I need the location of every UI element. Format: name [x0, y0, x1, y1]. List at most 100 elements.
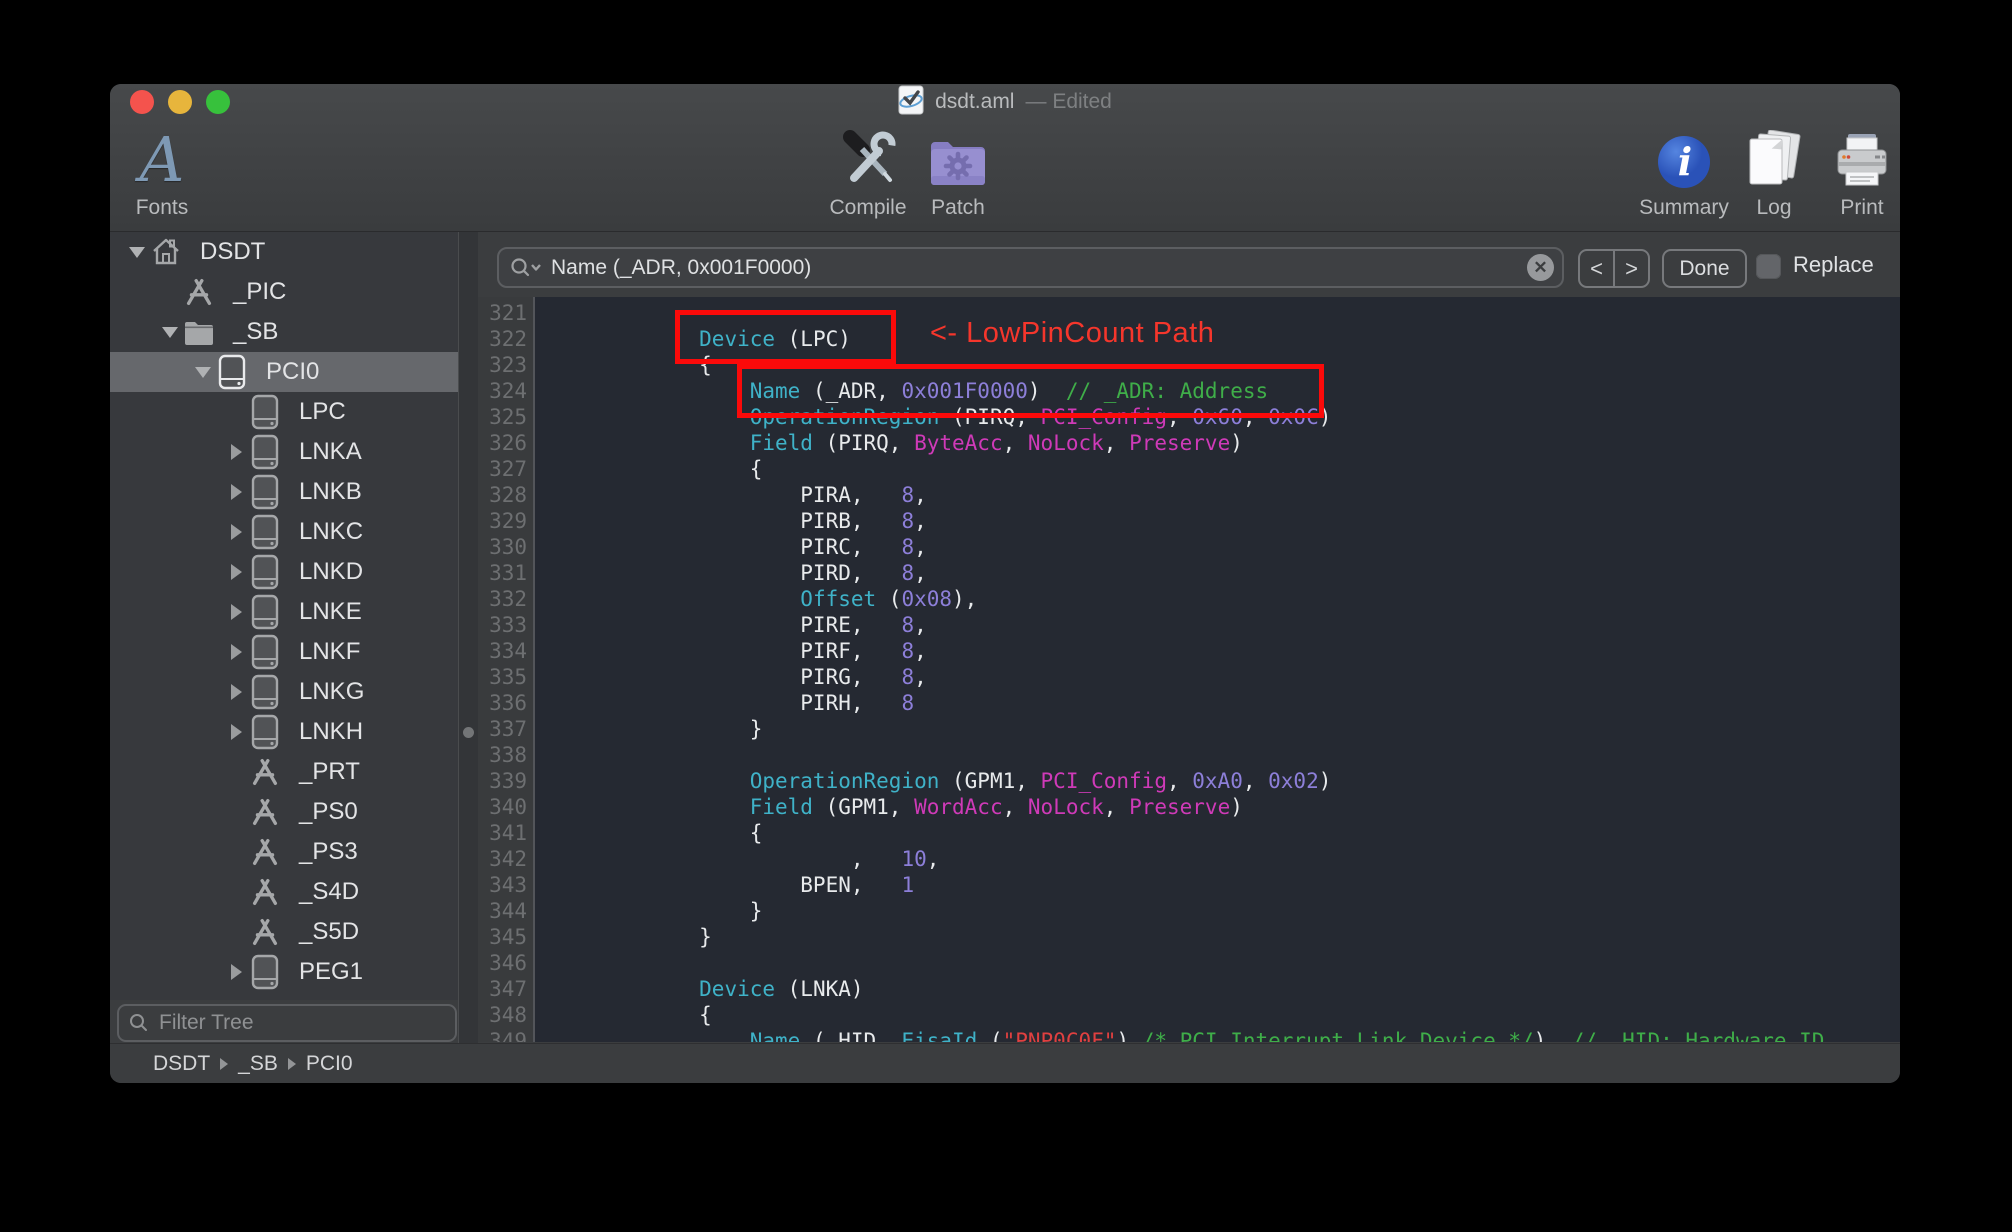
- sidebar-item-lnkc[interactable]: LNKC: [110, 512, 458, 552]
- code-text: PIRF, 8,: [598, 639, 927, 663]
- folder-icon: [183, 314, 215, 350]
- device-icon: [249, 434, 281, 470]
- zoom-button[interactable]: [206, 90, 230, 114]
- sidebar-item-label: LNKC: [299, 518, 364, 545]
- sidebar-item-lnke[interactable]: LNKE: [110, 592, 458, 632]
- toolbar-patch-button[interactable]: Patch: [915, 118, 1001, 220]
- disclosure-right-icon[interactable]: [223, 604, 249, 620]
- line-number: 346: [489, 951, 527, 975]
- sidebar-item-label: LNKD: [299, 558, 364, 585]
- sidebar-item-label: LNKG: [299, 678, 365, 705]
- code-line: 337 }: [478, 716, 1900, 742]
- filter-tree-field[interactable]: [117, 1004, 457, 1042]
- disclosure-right-icon[interactable]: [223, 684, 249, 700]
- disclosure-down-icon[interactable]: [124, 246, 150, 258]
- done-button[interactable]: Done: [1662, 249, 1747, 288]
- line-number: 347: [489, 977, 527, 1001]
- sidebar-item-label: LNKH: [299, 718, 364, 745]
- search-menu-icon[interactable]: [509, 257, 543, 279]
- code-text: {: [598, 821, 763, 845]
- disclosure-right-icon[interactable]: [223, 644, 249, 660]
- sidebar-item-lnkg[interactable]: LNKG: [110, 672, 458, 712]
- disclosure-right-icon[interactable]: [223, 964, 249, 980]
- sidebar-item-lnkf[interactable]: LNKF: [110, 632, 458, 672]
- toolbar-fonts-button[interactable]: A Fonts: [125, 118, 199, 220]
- method-icon: [249, 914, 281, 950]
- line-number: 342: [489, 847, 527, 871]
- minimize-button[interactable]: [168, 90, 192, 114]
- sidebar-item-_prt[interactable]: _PRT: [110, 752, 458, 792]
- disclosure-right-icon[interactable]: [223, 484, 249, 500]
- sidebar-item-label: _PRT: [299, 758, 360, 785]
- breadcrumb-item-_sb[interactable]: _SB: [238, 1052, 278, 1076]
- sidebar-item-_s4d[interactable]: _S4D: [110, 872, 458, 912]
- code-line: 343 BPEN, 1: [478, 872, 1900, 898]
- window-title: dsdt.aml — Edited: [110, 84, 1900, 120]
- code-line: 345 }: [478, 924, 1900, 950]
- sidebar-item-_sb[interactable]: _SB: [110, 312, 458, 352]
- annotation-box-name-adr: [737, 364, 1324, 418]
- breadcrumb-item-dsdt[interactable]: DSDT: [153, 1052, 210, 1076]
- sidebar-item-lnka[interactable]: LNKA: [110, 432, 458, 472]
- toolbar-compile-button[interactable]: Compile: [823, 118, 913, 220]
- sidebar-item-lnkb[interactable]: LNKB: [110, 472, 458, 512]
- device-icon: [249, 474, 281, 510]
- sidebar-item-_s5d[interactable]: _S5D: [110, 912, 458, 952]
- breadcrumb-item-pci0[interactable]: PCI0: [306, 1052, 353, 1076]
- svg-text:i: i: [1678, 139, 1692, 184]
- disclosure-right-icon[interactable]: [223, 524, 249, 540]
- sidebar-item-dsdt[interactable]: DSDT: [110, 232, 458, 272]
- title-edited-suffix: — Edited: [1025, 90, 1112, 113]
- filter-tree-input[interactable]: [157, 1010, 455, 1036]
- traffic-lights: [130, 90, 230, 114]
- sidebar-item-_ps3[interactable]: _PS3: [110, 832, 458, 872]
- sidebar-item-pci0[interactable]: PCI0: [110, 352, 458, 392]
- toolbar-log-button[interactable]: Log: [1740, 118, 1808, 220]
- code-line: 344 }: [478, 898, 1900, 924]
- code-text: , 10,: [598, 847, 940, 871]
- sidebar-item-lnkd[interactable]: LNKD: [110, 552, 458, 592]
- replace-checkbox[interactable]: [1756, 254, 1781, 279]
- disclosure-right-icon[interactable]: [223, 444, 249, 460]
- code-line: 328 PIRA, 8,: [478, 482, 1900, 508]
- line-number: 333: [489, 613, 527, 637]
- code-text: [533, 742, 598, 768]
- line-number: 323: [489, 353, 527, 377]
- divider-drag-handle[interactable]: [463, 727, 474, 738]
- disclosure-right-icon[interactable]: [223, 724, 249, 740]
- sidebar-item-lnkh[interactable]: LNKH: [110, 712, 458, 752]
- dsdt-tree-sidebar: DSDT _PIC _SB PCI0 LPC LNKA LNKB LNKC LNKD LNKE LN…: [110, 232, 458, 1000]
- title-filename: dsdt.aml: [935, 90, 1015, 113]
- line-number: 349: [489, 1029, 527, 1042]
- toolbar-print-button[interactable]: Print: [1817, 118, 1900, 220]
- disclosure-right-icon[interactable]: [223, 564, 249, 580]
- sidebar-item-peg1[interactable]: PEG1: [110, 952, 458, 992]
- find-input[interactable]: [549, 254, 1527, 281]
- sidebar-item-_ps0[interactable]: _PS0: [110, 792, 458, 832]
- sidebar-item-lpc[interactable]: LPC: [110, 392, 458, 432]
- editor-pane: ✕ < > Done Replace 321322 Device (LPC)32…: [478, 232, 1900, 1043]
- sidebar-item-label: _S4D: [299, 878, 360, 905]
- patch-folder-icon: [926, 118, 990, 196]
- find-previous-button[interactable]: <: [1580, 251, 1615, 286]
- code-text: OperationRegion (GPM1, PCI_Config, 0xA0,…: [749, 769, 1332, 793]
- disclosure-down-icon[interactable]: [157, 326, 183, 338]
- clear-search-icon[interactable]: ✕: [1527, 254, 1554, 281]
- line-number: 343: [489, 873, 527, 897]
- sidebar-item-label: PEG1: [299, 958, 364, 985]
- sidebar-item-label: LPC: [299, 398, 346, 425]
- find-field[interactable]: ✕: [497, 247, 1564, 288]
- device-icon: [249, 634, 281, 670]
- log-pages-icon: [1743, 118, 1805, 196]
- close-button[interactable]: [130, 90, 154, 114]
- code-editor[interactable]: 321 322 Device (LPC) 323 {324 Name (_ADR, …: [478, 297, 1900, 1042]
- toolbar-summary-button[interactable]: i Summary: [1634, 118, 1734, 220]
- filter-search-icon: [130, 1014, 147, 1031]
- sidebar-item-_pic[interactable]: _PIC: [110, 272, 458, 312]
- find-bar: ✕ < > Done Replace: [478, 232, 1900, 297]
- disclosure-down-icon[interactable]: [190, 366, 216, 378]
- find-next-button[interactable]: >: [1615, 251, 1648, 286]
- line-number: 336: [489, 691, 527, 715]
- device-icon: [249, 714, 281, 750]
- maciasl-window: dsdt.aml — Edited A Fonts Compile Patch …: [110, 84, 1900, 1083]
